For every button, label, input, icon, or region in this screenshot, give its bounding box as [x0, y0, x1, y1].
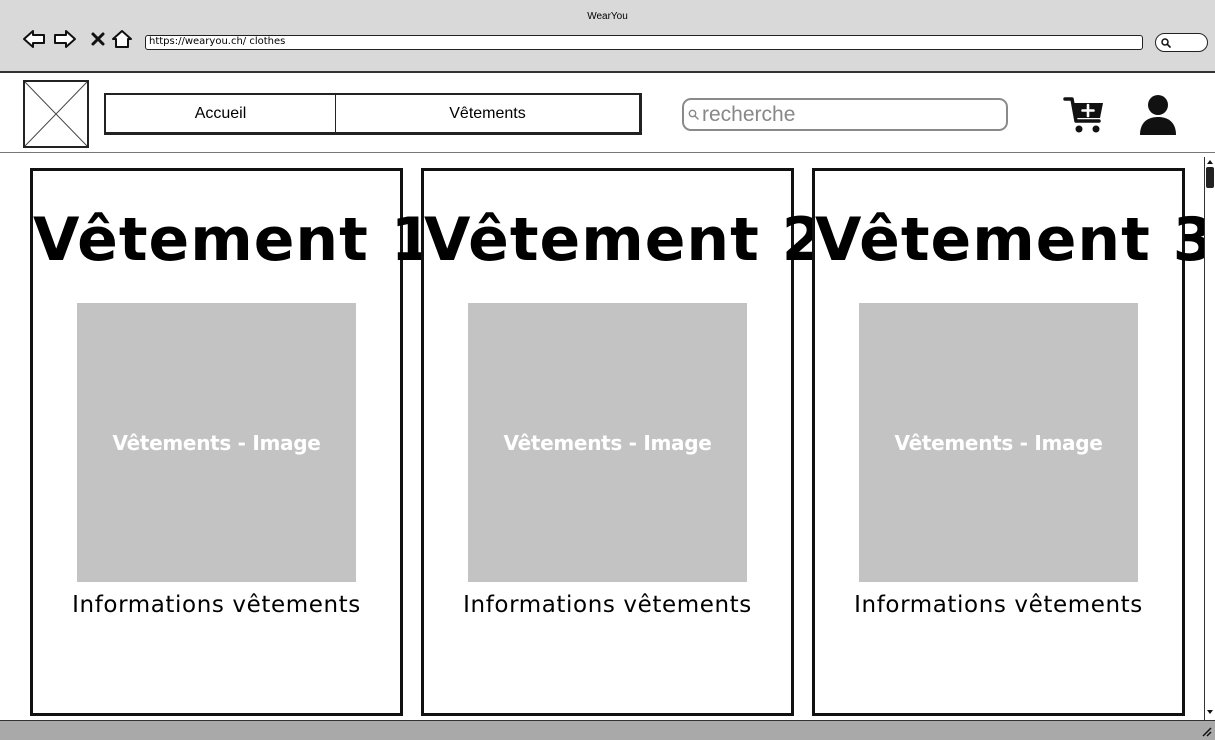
- scrollbar-thumb[interactable]: [1206, 167, 1214, 188]
- main-nav: Accueil Vêtements: [104, 93, 642, 135]
- product-info: Informations vêtements: [72, 592, 361, 618]
- image-placeholder-icon: [25, 82, 87, 146]
- product-image-label: Vêtements - Image: [503, 430, 712, 455]
- scroll-down-icon[interactable]: [1206, 708, 1214, 716]
- product-info: Informations vêtements: [854, 592, 1143, 618]
- home-button[interactable]: [110, 28, 134, 50]
- vertical-scrollbar[interactable]: [1204, 157, 1215, 720]
- product-card[interactable]: Vêtement 1 Vêtements - Image Information…: [30, 168, 434, 716]
- nav-accueil[interactable]: Accueil: [106, 95, 336, 132]
- product-title: Vêtement 3: [815, 205, 1215, 275]
- url-bar[interactable]: https://wearyou.ch/ clothes: [145, 35, 1143, 50]
- search-icon: [1161, 37, 1171, 48]
- product-image[interactable]: Vêtements - Image: [859, 303, 1138, 582]
- home-icon: [112, 30, 132, 48]
- forward-arrow-icon: [54, 30, 76, 48]
- product-info: Informations vêtements: [463, 592, 752, 618]
- stop-button[interactable]: [86, 28, 110, 50]
- back-arrow-icon: [23, 30, 45, 48]
- user-icon: [1140, 95, 1176, 135]
- browser-search-field[interactable]: [1155, 33, 1208, 52]
- search-input[interactable]: [702, 100, 992, 129]
- product-title: Vêtement 2: [424, 205, 825, 275]
- scroll-up-icon[interactable]: [1206, 158, 1214, 166]
- product-image-label: Vêtements - Image: [112, 430, 321, 455]
- product-card[interactable]: Vêtement 2 Vêtements - Image Information…: [421, 168, 825, 716]
- product-card[interactable]: Vêtement 3 Vêtements - Image Information…: [812, 168, 1215, 716]
- cart-add-icon: [1063, 97, 1103, 133]
- site-header: Accueil Vêtements: [0, 75, 1215, 153]
- site-search[interactable]: [682, 98, 1008, 131]
- browser-chrome: WearYou https://wearyou.ch/ clothes: [0, 0, 1215, 73]
- cart-button[interactable]: [1063, 95, 1107, 135]
- status-bar: [0, 720, 1215, 740]
- back-button[interactable]: [22, 28, 46, 50]
- nav-vetements[interactable]: Vêtements: [336, 95, 639, 132]
- forward-button[interactable]: [53, 28, 77, 50]
- product-image[interactable]: Vêtements - Image: [77, 303, 356, 582]
- product-title: Vêtement 1: [33, 205, 434, 275]
- close-icon: [91, 32, 105, 46]
- resize-grip-icon[interactable]: [1200, 725, 1212, 737]
- product-image[interactable]: Vêtements - Image: [468, 303, 747, 582]
- product-image-label: Vêtements - Image: [894, 430, 1103, 455]
- product-grid: Vêtement 1 Vêtements - Image Information…: [0, 155, 1215, 720]
- search-icon: [688, 109, 699, 120]
- window-title: WearYou: [587, 11, 628, 22]
- logo[interactable]: [23, 80, 89, 148]
- user-account-button[interactable]: [1138, 94, 1178, 136]
